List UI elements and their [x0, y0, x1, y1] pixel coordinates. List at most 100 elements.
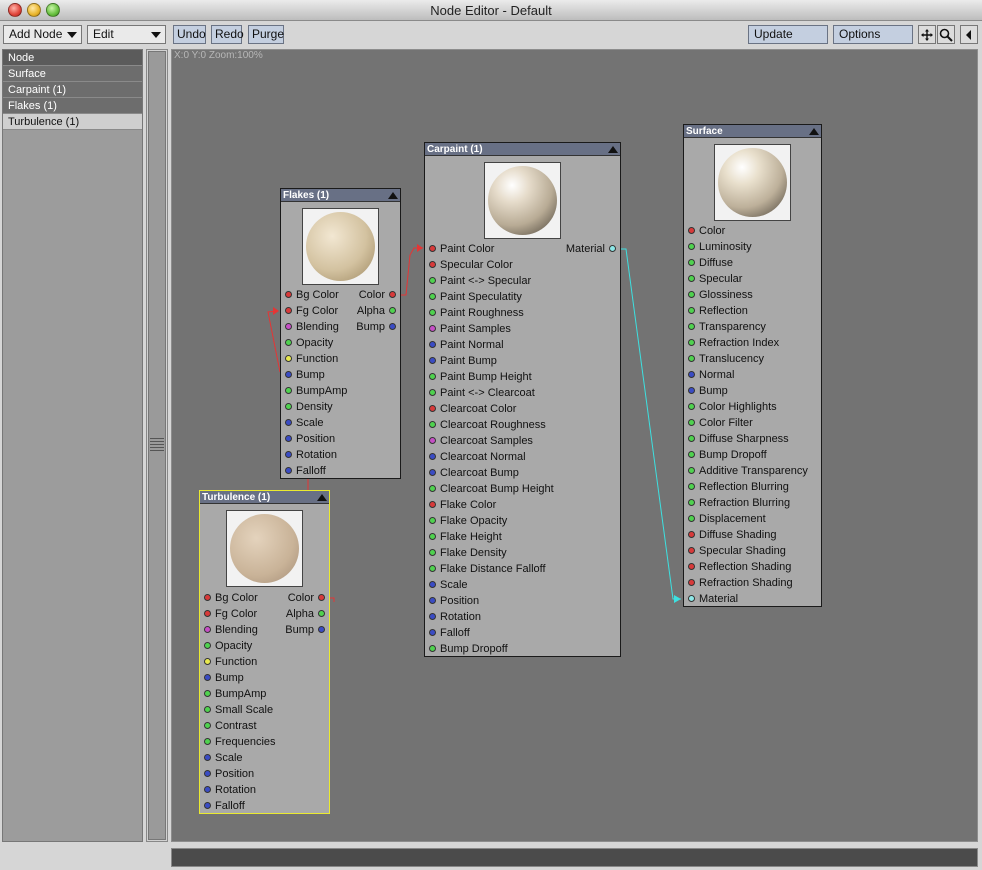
port-rotation[interactable]: Rotation [285, 447, 337, 463]
port-frequencies[interactable]: Frequencies [204, 734, 276, 750]
port-dot[interactable] [204, 642, 211, 649]
port-dot[interactable] [688, 483, 695, 490]
port-dot[interactable] [285, 339, 292, 346]
port-dot[interactable] [688, 227, 695, 234]
port-rotation[interactable]: Rotation [204, 782, 256, 798]
port-paint-specular[interactable]: Paint <-> Specular [429, 273, 531, 289]
port-dot[interactable] [688, 403, 695, 410]
port-position[interactable]: Position [429, 593, 479, 609]
port-out-bump[interactable]: Bump [285, 622, 325, 638]
port-dot[interactable] [285, 323, 292, 330]
port-dot[interactable] [688, 259, 695, 266]
purge-button[interactable]: Purge [248, 25, 284, 44]
port-dot[interactable] [429, 517, 436, 524]
port-dot[interactable] [429, 357, 436, 364]
port-falloff[interactable]: Falloff [204, 798, 245, 814]
port-bump[interactable]: Bump [688, 383, 728, 399]
port-bump-dropoff[interactable]: Bump Dropoff [688, 447, 767, 463]
collapse-triangle-icon[interactable] [388, 192, 398, 199]
port-dot[interactable] [318, 610, 325, 617]
port-dot[interactable] [609, 245, 616, 252]
panel-splitter[interactable] [148, 51, 166, 840]
port-falloff[interactable]: Falloff [429, 625, 470, 641]
port-paint-roughness[interactable]: Paint Roughness [429, 305, 524, 321]
port-reflection-blurring[interactable]: Reflection Blurring [688, 479, 789, 495]
port-function[interactable]: Function [285, 351, 338, 367]
port-dot[interactable] [285, 291, 292, 298]
port-dot[interactable] [429, 629, 436, 636]
port-dot[interactable] [429, 277, 436, 284]
port-color-highlights[interactable]: Color Highlights [688, 399, 777, 415]
port-dot[interactable] [285, 387, 292, 394]
port-flake-opacity[interactable]: Flake Opacity [429, 513, 507, 529]
port-dot[interactable] [204, 754, 211, 761]
port-scale[interactable]: Scale [429, 577, 468, 593]
port-color-filter[interactable]: Color Filter [688, 415, 753, 431]
port-color[interactable]: Color [688, 223, 725, 239]
port-dot[interactable] [318, 626, 325, 633]
port-falloff[interactable]: Falloff [285, 463, 326, 479]
port-flake-color[interactable]: Flake Color [429, 497, 496, 513]
port-refraction-shading[interactable]: Refraction Shading [688, 575, 793, 591]
port-refraction-blurring[interactable]: Refraction Blurring [688, 495, 790, 511]
zoom-icon[interactable] [937, 25, 955, 44]
edit-dropdown[interactable]: Edit [87, 25, 166, 44]
port-dot[interactable] [389, 323, 396, 330]
port-dot[interactable] [688, 435, 695, 442]
port-position[interactable]: Position [285, 431, 335, 447]
node-list-item-carpaint[interactable]: Carpaint (1) [3, 82, 142, 98]
port-dot[interactable] [429, 293, 436, 300]
move-icon[interactable] [918, 25, 936, 44]
node-flakes[interactable]: Flakes (1) Bg Color Fg Color Blending Op… [280, 188, 401, 479]
port-flake-distance-falloff[interactable]: Flake Distance Falloff [429, 561, 546, 577]
port-bump-dropoff[interactable]: Bump Dropoff [429, 641, 508, 657]
port-dot[interactable] [688, 595, 695, 602]
port-dot[interactable] [429, 613, 436, 620]
port-diffuse-sharpness[interactable]: Diffuse Sharpness [688, 431, 789, 447]
port-out-color[interactable]: Color [359, 287, 396, 303]
port-fg-color[interactable]: Fg Color [204, 606, 257, 622]
node-list-item-surface[interactable]: Surface [3, 66, 142, 82]
port-paint-bump[interactable]: Paint Bump [429, 353, 497, 369]
port-dot[interactable] [688, 243, 695, 250]
port-dot[interactable] [285, 435, 292, 442]
node-carpaint[interactable]: Carpaint (1) Paint Color Specular Color … [424, 142, 621, 657]
collapse-arrow-icon[interactable] [960, 25, 978, 44]
port-dot[interactable] [285, 371, 292, 378]
port-dot[interactable] [688, 307, 695, 314]
node-header[interactable]: Turbulence (1) [200, 491, 329, 504]
port-dot[interactable] [688, 275, 695, 282]
port-dot[interactable] [429, 645, 436, 652]
port-dot[interactable] [429, 405, 436, 412]
port-paint-clearcoat[interactable]: Paint <-> Clearcoat [429, 385, 535, 401]
port-paint-speculatity[interactable]: Paint Speculatity [429, 289, 522, 305]
port-dot[interactable] [285, 467, 292, 474]
collapse-triangle-icon[interactable] [317, 494, 327, 501]
node-header[interactable]: Carpaint (1) [425, 143, 620, 156]
port-clearcoat-bump-height[interactable]: Clearcoat Bump Height [429, 481, 554, 497]
port-translucency[interactable]: Translucency [688, 351, 764, 367]
port-out-alpha[interactable]: Alpha [286, 606, 325, 622]
port-paint-color[interactable]: Paint Color [429, 241, 494, 257]
port-dot[interactable] [204, 658, 211, 665]
port-dot[interactable] [389, 307, 396, 314]
port-opacity[interactable]: Opacity [285, 335, 333, 351]
port-bumpamp[interactable]: BumpAmp [285, 383, 347, 399]
port-dot[interactable] [204, 770, 211, 777]
port-dot[interactable] [204, 786, 211, 793]
port-paint-samples[interactable]: Paint Samples [429, 321, 511, 337]
port-clearcoat-normal[interactable]: Clearcoat Normal [429, 449, 526, 465]
port-clearcoat-samples[interactable]: Clearcoat Samples [429, 433, 533, 449]
redo-button[interactable]: Redo [211, 25, 244, 44]
port-specular-shading[interactable]: Specular Shading [688, 543, 786, 559]
port-diffuse[interactable]: Diffuse [688, 255, 733, 271]
port-transparency[interactable]: Transparency [688, 319, 766, 335]
port-dot[interactable] [688, 499, 695, 506]
port-dot[interactable] [318, 594, 325, 601]
port-paint-bump-height[interactable]: Paint Bump Height [429, 369, 532, 385]
port-dot[interactable] [688, 291, 695, 298]
port-dot[interactable] [429, 549, 436, 556]
port-out-color[interactable]: Color [288, 590, 325, 606]
port-dot[interactable] [429, 437, 436, 444]
node-list-item-flakes[interactable]: Flakes (1) [3, 98, 142, 114]
